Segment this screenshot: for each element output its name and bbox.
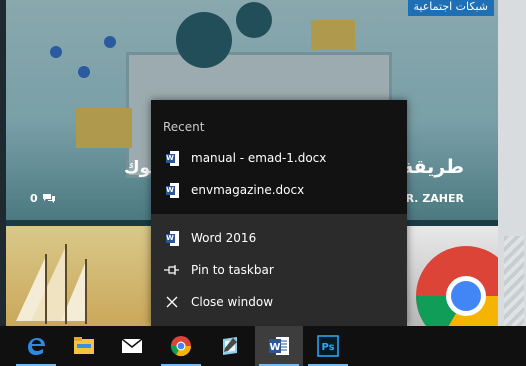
comment-icon	[42, 194, 55, 203]
taskbar-file-explorer[interactable]	[60, 326, 108, 366]
taskbar-photoshop[interactable]: Ps	[304, 326, 352, 366]
word-doc-icon: W	[164, 182, 180, 198]
taskbar: W Ps	[0, 326, 526, 366]
taskbar-edge[interactable]	[12, 326, 60, 366]
file-explorer-icon	[74, 337, 94, 354]
photoshop-label: Ps	[321, 342, 334, 353]
word-app-icon: W	[164, 230, 180, 246]
taskbar-word[interactable]: W	[255, 326, 303, 366]
word-jump-list: Recent W manual - emad-1.docx W envmagaz…	[151, 100, 407, 326]
taskbar-notepad[interactable]	[206, 326, 254, 366]
task-label: Close window	[191, 295, 274, 309]
close-icon	[164, 294, 180, 310]
recent-item-label: envmagazine.docx	[191, 183, 305, 197]
recent-header: Recent	[163, 120, 205, 134]
taskbar-mail[interactable]	[108, 326, 156, 366]
article-thumbnail	[406, 226, 498, 326]
sidebar-pattern	[504, 236, 524, 326]
pin-icon	[164, 262, 180, 278]
word-doc-icon: W	[164, 150, 180, 166]
article-thumbnail	[6, 226, 156, 326]
notepad-icon	[223, 337, 237, 355]
chrome-logo-illustration	[416, 246, 498, 326]
photoshop-icon: Ps	[317, 335, 339, 357]
edge-icon	[28, 338, 45, 355]
recent-item-label: manual - emad-1.docx	[191, 151, 327, 165]
open-word-task[interactable]: W Word 2016	[151, 223, 407, 253]
comment-count[interactable]: 0	[30, 192, 56, 205]
recent-item[interactable]: W envmagazine.docx	[151, 175, 407, 205]
taskbar-chrome[interactable]	[157, 326, 205, 366]
chrome-icon	[170, 336, 192, 357]
category-tag[interactable]: شبكات اجتماعية	[407, 0, 494, 16]
mail-icon	[121, 338, 143, 353]
close-window-task[interactable]: Close window	[151, 287, 407, 317]
sidebar-column	[498, 0, 526, 326]
recent-item[interactable]: W manual - emad-1.docx	[151, 143, 407, 173]
task-label: Pin to taskbar	[191, 263, 274, 277]
comment-count-value: 0	[30, 192, 38, 205]
sailboat-illustration	[16, 244, 87, 324]
word-icon: W	[269, 337, 289, 355]
svg-text:W: W	[269, 342, 280, 353]
task-label: Word 2016	[191, 231, 257, 245]
pin-to-taskbar-task[interactable]: Pin to taskbar	[151, 255, 407, 285]
